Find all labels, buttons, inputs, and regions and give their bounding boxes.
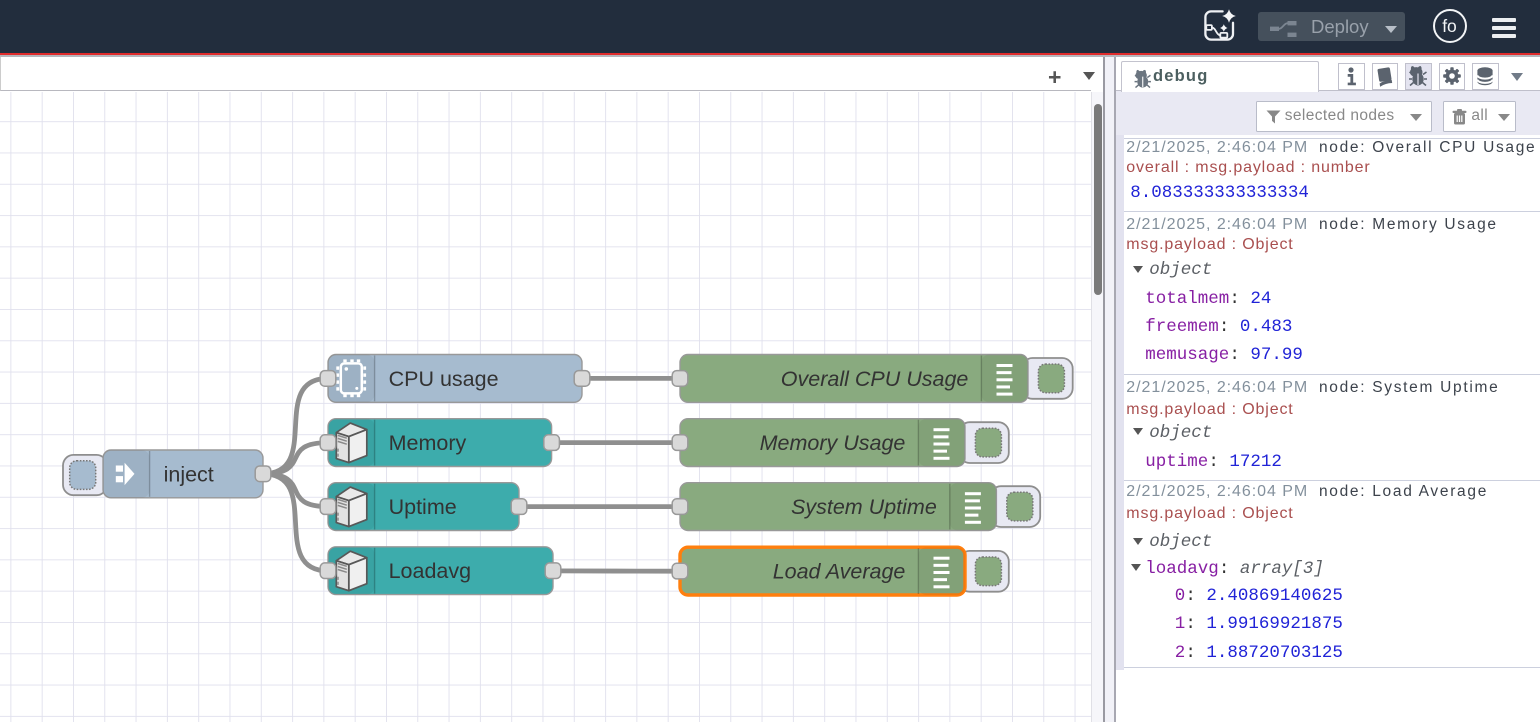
svg-text:Uptime: Uptime xyxy=(389,495,457,519)
svg-text:CPU usage: CPU usage xyxy=(389,367,499,391)
svg-text:Memory: Memory xyxy=(389,431,467,455)
svg-text:Memory Usage: Memory Usage xyxy=(760,431,906,455)
svg-text:Overall CPU Usage: Overall CPU Usage xyxy=(781,367,969,391)
svg-text:Load Average: Load Average xyxy=(773,560,906,584)
svg-text:Loadavg: Loadavg xyxy=(389,559,472,583)
svg-text:System Uptime: System Uptime xyxy=(791,495,937,519)
svg-text:inject: inject xyxy=(164,462,214,486)
